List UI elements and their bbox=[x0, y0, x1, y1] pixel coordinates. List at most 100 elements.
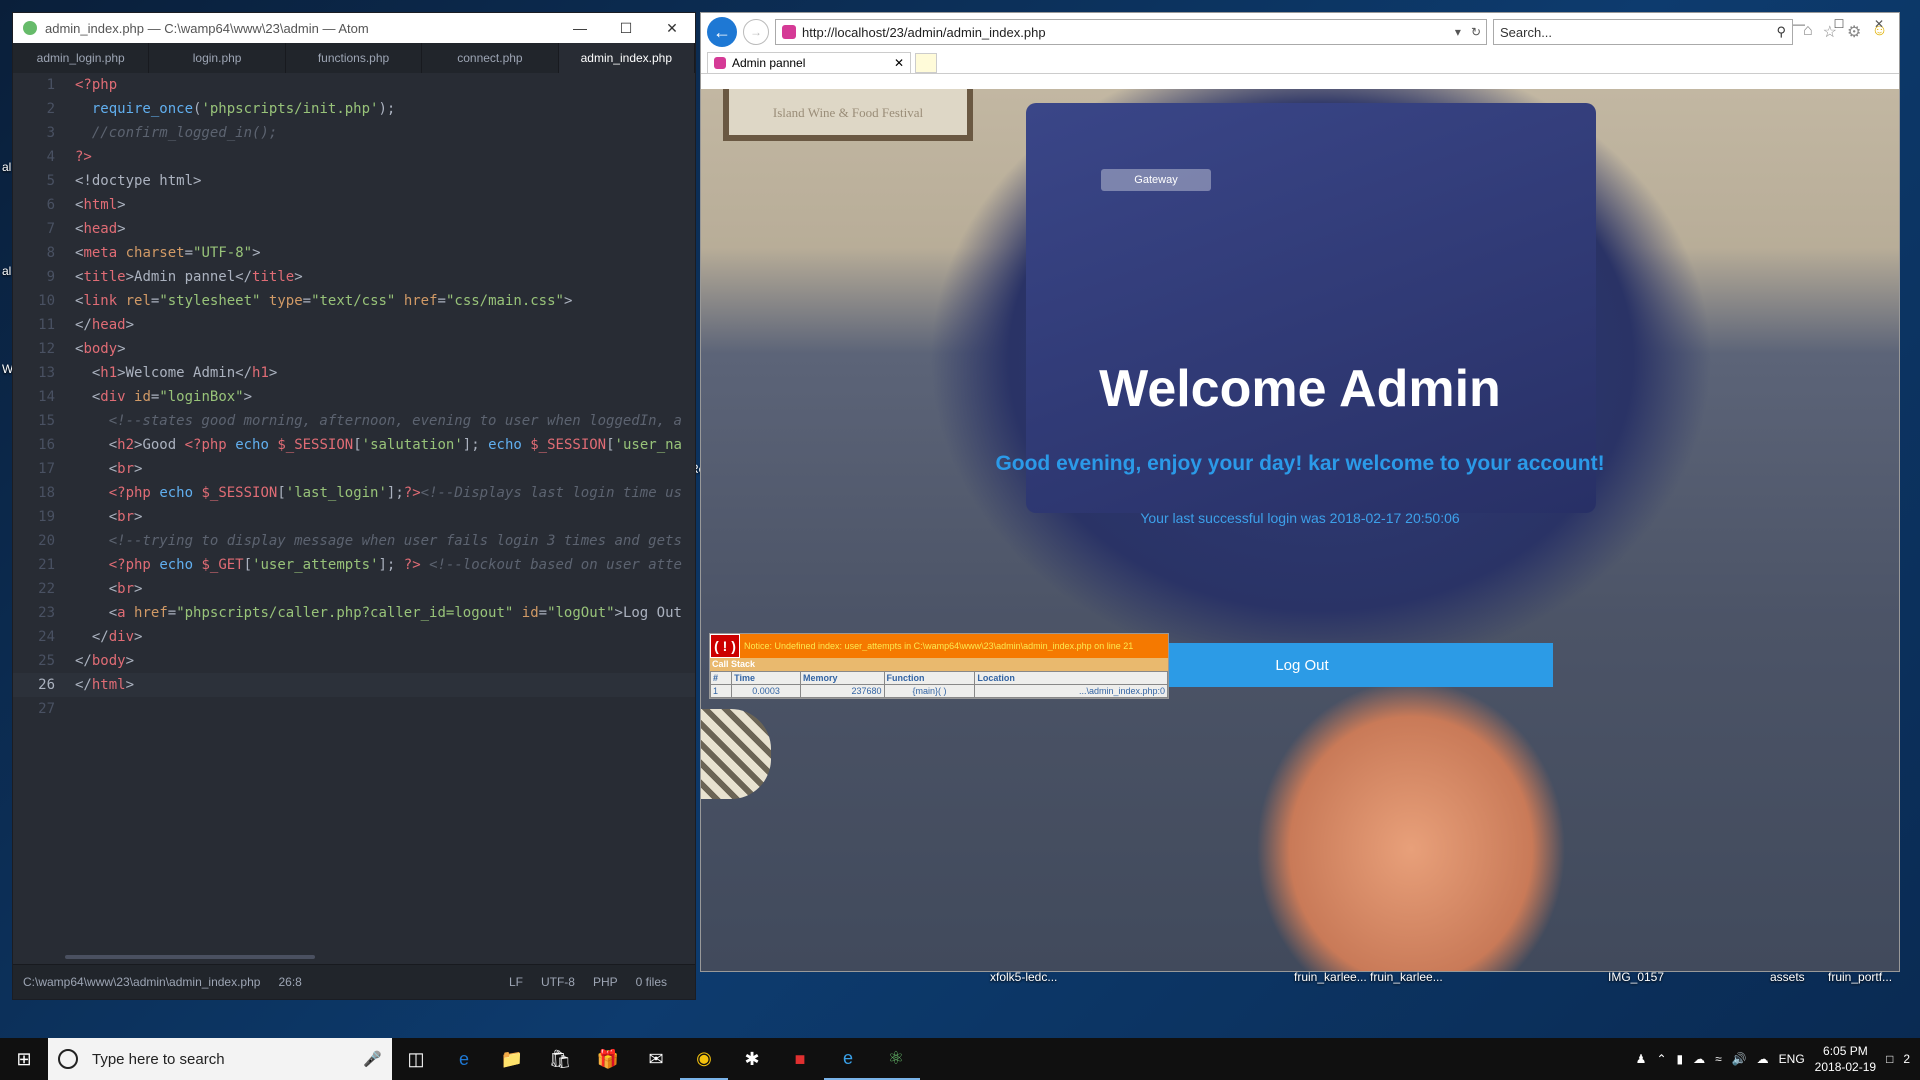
tray-expand-icon[interactable]: ⌃ bbox=[1656, 1052, 1666, 1066]
taskbar-clock[interactable]: 6:05 PM 2018-02-19 bbox=[1815, 1043, 1876, 1075]
people-icon[interactable]: ♟ bbox=[1636, 1052, 1647, 1066]
code-line: 7 <head> bbox=[46, 221, 126, 237]
browser-tab-admin-pannel[interactable]: Admin pannel ✕ bbox=[707, 52, 911, 73]
code-line: 25 </body> bbox=[38, 653, 135, 669]
page-heading: Welcome Admin bbox=[1099, 360, 1501, 418]
editor-tab-functions[interactable]: functions.php bbox=[286, 43, 423, 73]
battery-icon[interactable]: ▮ bbox=[1677, 1052, 1684, 1066]
gift-app-icon[interactable]: 🎁 bbox=[584, 1038, 632, 1080]
language-indicator[interactable]: ENG bbox=[1779, 1052, 1805, 1066]
web-page: Island Wine & Food Festival Gateway Welc… bbox=[701, 89, 1899, 971]
taskbar-search-box[interactable]: Type here to search 🎤 bbox=[48, 1038, 392, 1080]
editor-tab-connect[interactable]: connect.php bbox=[422, 43, 559, 73]
browser-search-placeholder: Search... bbox=[1500, 24, 1553, 40]
creative-cloud-icon[interactable]: ■ bbox=[776, 1038, 824, 1080]
system-tray: ♟ ⌃ ▮ ☁ ≈ 🔊 ☁ ENG 6:05 PM 2018-02-19 □ 2 bbox=[1636, 1043, 1920, 1075]
desktop-icon-label[interactable]: al bbox=[2, 160, 11, 174]
code-line: 27 bbox=[38, 701, 55, 717]
internet-explorer-icon[interactable]: e bbox=[824, 1038, 872, 1080]
browser-tab-title: Admin pannel bbox=[732, 56, 806, 70]
maximize-button[interactable]: ☐ bbox=[603, 13, 649, 43]
code-line: 16 <h2>Good <?php echo $_SESSION['saluta… bbox=[38, 437, 682, 453]
desktop-icon-label[interactable]: fruin_karlee... bbox=[1294, 970, 1367, 984]
forward-button[interactable]: → bbox=[743, 19, 769, 45]
browser-window-controls: — ☐ ✕ bbox=[1779, 13, 1899, 35]
status-grammar[interactable]: PHP bbox=[593, 975, 618, 989]
chrome-icon[interactable]: ◉ bbox=[680, 1038, 728, 1080]
browser-maximize-button[interactable]: ☐ bbox=[1819, 13, 1859, 35]
slack-icon[interactable]: ✱ bbox=[728, 1038, 776, 1080]
status-files[interactable]: 0 files bbox=[636, 975, 667, 989]
site-favicon-icon bbox=[782, 25, 796, 39]
file-explorer-icon[interactable]: 📁 bbox=[488, 1038, 536, 1080]
refresh-icon[interactable]: ↻ bbox=[1466, 25, 1486, 39]
desktop-icon-label[interactable]: al bbox=[2, 264, 11, 278]
code-line: 1 <?php bbox=[46, 77, 118, 93]
windows-taskbar: ⊞ Type here to search 🎤 ◫ e 📁 🛍 🎁 ✉ ◉ ✱ … bbox=[0, 1038, 1920, 1080]
cortana-icon bbox=[58, 1049, 78, 1069]
mail-icon[interactable]: ✉ bbox=[632, 1038, 680, 1080]
tab-close-icon[interactable]: ✕ bbox=[894, 56, 904, 70]
desktop-icon-label[interactable]: fruin_karlee... bbox=[1370, 970, 1443, 984]
warning-icon: ( ! ) bbox=[710, 634, 740, 658]
code-line: 8 <meta charset="UTF-8"> bbox=[46, 245, 261, 261]
atom-icon[interactable]: ⚛ bbox=[872, 1038, 920, 1080]
code-line: 20 <!--trying to display message when us… bbox=[38, 533, 682, 549]
wifi-icon[interactable]: ≈ bbox=[1715, 1052, 1722, 1066]
minimize-button[interactable]: — bbox=[557, 13, 603, 43]
browser-tab-bar: Admin pannel ✕ bbox=[701, 51, 1899, 74]
close-button[interactable]: ✕ bbox=[649, 13, 695, 43]
editor-tab-admin-login[interactable]: admin_login.php bbox=[13, 43, 150, 73]
action-center-icon[interactable]: □ bbox=[1886, 1052, 1893, 1066]
atom-title-bar: admin_index.php — C:\wamp64\www\23\admin… bbox=[13, 13, 695, 43]
status-file-path[interactable]: C:\wamp64\www\23\admin\admin_index.php bbox=[23, 975, 260, 989]
editor-tab-login[interactable]: login.php bbox=[149, 43, 286, 73]
call-stack-header-row: # Time Memory Function Location bbox=[709, 671, 1168, 685]
task-view-icon[interactable]: ◫ bbox=[392, 1038, 440, 1080]
browser-search-box[interactable]: Search... ⚲ bbox=[1493, 19, 1793, 45]
code-line: 9 <title>Admin pannel</title> bbox=[46, 269, 303, 285]
notification-count-badge: 2 bbox=[1903, 1052, 1910, 1066]
code-editor[interactable]: 1 <?php 2 require_once('phpscripts/init.p… bbox=[13, 73, 695, 965]
status-line-ending[interactable]: LF bbox=[509, 975, 523, 989]
address-bar[interactable]: http://localhost/23/admin/admin_index.ph… bbox=[775, 19, 1487, 45]
back-button[interactable]: ← bbox=[707, 17, 737, 47]
code-line: 24 </div> bbox=[38, 629, 143, 645]
code-line: 23 <a href="phpscripts/caller.php?caller… bbox=[38, 605, 682, 621]
code-line: 10 <link rel="stylesheet" type="text/css"… bbox=[38, 293, 573, 309]
call-stack-cell: ...\admin_index.php:0 bbox=[974, 684, 1168, 698]
onedrive-icon[interactable]: ☁ bbox=[1693, 1052, 1705, 1066]
edge-browser-icon[interactable]: e bbox=[440, 1038, 488, 1080]
browser-close-button[interactable]: ✕ bbox=[1859, 13, 1899, 35]
store-icon[interactable]: 🛍 bbox=[536, 1038, 584, 1080]
editor-tab-bar: admin_login.php login.php functions.php … bbox=[13, 43, 696, 73]
desktop-icon-label[interactable]: fruin_portf... bbox=[1828, 970, 1892, 984]
address-dropdown-icon[interactable]: ▾ bbox=[1450, 25, 1466, 39]
call-stack-cell: 0.0003 bbox=[731, 684, 801, 698]
code-line: 11 </head> bbox=[38, 317, 135, 333]
atom-app-icon bbox=[23, 21, 37, 35]
atom-status-bar: C:\wamp64\www\23\admin\admin_index.php 2… bbox=[13, 964, 695, 999]
horizontal-scrollbar[interactable] bbox=[65, 955, 315, 959]
call-stack-cell: 237680 bbox=[799, 684, 885, 698]
windows-start-icon[interactable]: ⊞ bbox=[0, 1038, 48, 1080]
browser-minimize-button[interactable]: — bbox=[1779, 13, 1819, 35]
desktop-icon-label[interactable]: assets bbox=[1770, 970, 1805, 984]
code-line: 21 <?php echo $_GET['user_attempts']; ?>… bbox=[38, 557, 682, 573]
editor-tab-admin-index[interactable]: admin_index.php bbox=[558, 43, 696, 73]
background-pillow bbox=[701, 709, 771, 799]
clock-time: 6:05 PM bbox=[1823, 1044, 1868, 1058]
cloud-sync-icon[interactable]: ☁ bbox=[1757, 1052, 1769, 1066]
status-encoding[interactable]: UTF-8 bbox=[541, 975, 575, 989]
call-stack-header: Location bbox=[974, 671, 1168, 685]
browser-window: — ☐ ✕ ← → http://localhost/23/admin/admi… bbox=[700, 12, 1900, 972]
atom-editor-window: admin_index.php — C:\wamp64\www\23\admin… bbox=[12, 12, 696, 1000]
volume-icon[interactable]: 🔊 bbox=[1732, 1052, 1747, 1066]
new-tab-button[interactable] bbox=[915, 53, 937, 73]
call-stack-header: # bbox=[709, 671, 733, 685]
desktop-icon-label[interactable]: IMG_0157 bbox=[1608, 970, 1664, 984]
address-url[interactable]: http://localhost/23/admin/admin_index.ph… bbox=[802, 25, 1450, 40]
status-cursor-position[interactable]: 26:8 bbox=[278, 975, 301, 989]
desktop-icon-label[interactable]: xfolk5-ledc... bbox=[990, 970, 1057, 984]
microphone-icon[interactable]: 🎤 bbox=[363, 1050, 382, 1068]
